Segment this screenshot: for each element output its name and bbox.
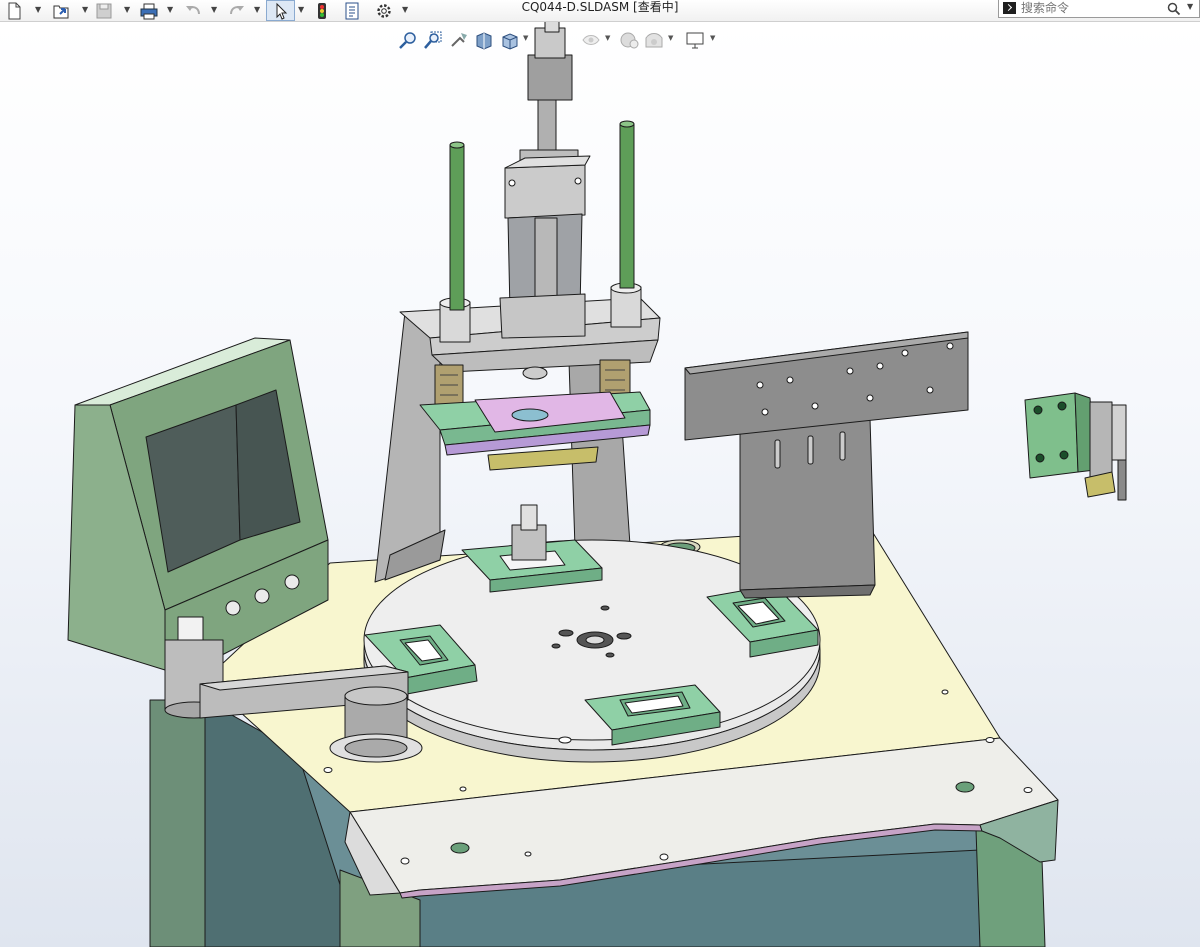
print-icon[interactable] xyxy=(139,1,159,20)
print-dropdown-icon[interactable]: ▼ xyxy=(167,2,173,18)
command-prompt-icon xyxy=(1003,2,1016,14)
rebuild-icon[interactable] xyxy=(316,1,328,20)
new-dropdown-icon[interactable]: ▼ xyxy=(35,2,41,18)
save-dropdown-icon[interactable]: ▼ xyxy=(124,2,130,18)
redo-icon[interactable] xyxy=(228,1,246,20)
redo-dropdown-icon[interactable]: ▼ xyxy=(254,2,260,18)
search-input[interactable] xyxy=(1021,0,1161,16)
open-icon[interactable] xyxy=(52,1,70,20)
select-dropdown-icon[interactable]: ▼ xyxy=(298,2,304,18)
search-icon[interactable] xyxy=(1167,1,1181,20)
assembly-model[interactable] xyxy=(0,22,1200,947)
graphics-area[interactable]: ▼ ▼ ▼ ▼ ▼ xyxy=(0,22,1200,947)
title-bar: ▼ ▼ ▼ ▼ ▼ ▼ ▼ ▼ CQ044-D.SLDASM [查看中] ▼ xyxy=(0,0,1200,22)
floating-gripper-part xyxy=(1024,392,1127,501)
options-dropdown-icon[interactable]: ▼ xyxy=(402,2,408,18)
new-icon[interactable] xyxy=(6,1,22,20)
open-dropdown-icon[interactable]: ▼ xyxy=(82,2,88,18)
control-panel xyxy=(67,337,329,671)
undo-icon[interactable] xyxy=(184,1,202,20)
options-icon[interactable] xyxy=(375,1,393,20)
press-cylinder xyxy=(499,22,591,339)
undo-dropdown-icon[interactable]: ▼ xyxy=(211,2,217,18)
save-icon[interactable] xyxy=(95,1,113,20)
select-icon[interactable] xyxy=(266,0,295,21)
search-box: ▼ xyxy=(998,0,1200,18)
search-dropdown-icon[interactable]: ▼ xyxy=(1187,2,1193,11)
file-properties-icon[interactable] xyxy=(344,1,360,20)
